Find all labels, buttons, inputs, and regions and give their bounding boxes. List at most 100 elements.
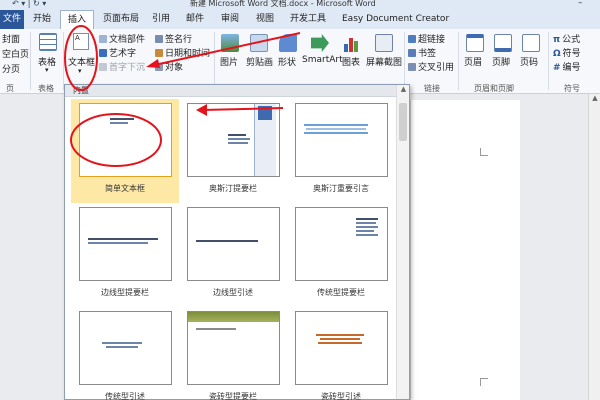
tab-file[interactable]: 文件: [0, 10, 24, 29]
symbol-button[interactable]: Ω 符号: [553, 46, 581, 59]
gallery-item-austin-sidebar[interactable]: 奥斯汀提要栏: [179, 99, 287, 203]
tab-home[interactable]: 开始: [33, 10, 51, 29]
group-label-pages: 页: [6, 84, 14, 93]
minimize-button[interactable]: –: [578, 0, 583, 8]
gallery-item-traditional-quote[interactable]: 传统型引述: [71, 307, 179, 400]
quick-access-toolbar[interactable]: ↶ ▾ | ↻ ▾: [12, 0, 46, 8]
chart-button[interactable]: 图表: [340, 31, 364, 81]
screenshot-label: 屏幕截图: [366, 58, 403, 68]
tab-page-layout[interactable]: 页面布局: [103, 10, 139, 29]
austin-quote-thumbnail: [295, 103, 388, 177]
blank-page-button[interactable]: 空白页: [2, 47, 29, 60]
drop-cap-icon: [99, 63, 107, 71]
gallery-item-border-quote[interactable]: 边线型引述: [179, 203, 287, 307]
omega-icon: Ω: [553, 49, 561, 59]
smartart-label: SmartArt: [302, 55, 343, 65]
gallery-item-label: 奥斯汀提要栏: [209, 184, 257, 193]
date-time-button[interactable]: 日期和时间: [155, 46, 210, 59]
page-number-label: 页码: [520, 58, 539, 68]
gallery-item-traditional-sidebar[interactable]: 传统型提要栏: [287, 203, 395, 307]
tab-easy-document-creator[interactable]: Easy Document Creator: [342, 10, 449, 29]
gallery-item-border-sidebar[interactable]: 边线型提要栏: [71, 203, 179, 307]
tile-quote-thumbnail: [295, 311, 388, 385]
group-divider: [63, 32, 64, 90]
clip-art-button[interactable]: 剪贴画: [244, 31, 274, 81]
drop-cap-button[interactable]: 首字下沉: [99, 60, 145, 73]
border-quote-thumbnail: [187, 207, 280, 281]
group-label-symbols: 符号: [564, 84, 580, 93]
pi-icon: π: [553, 35, 561, 45]
gallery-item-label: 简单文本框: [105, 184, 145, 193]
quick-parts-icon: [99, 35, 107, 43]
scroll-up-arrow-icon[interactable]: ▲: [589, 94, 600, 106]
gallery-item-label: 瓷砖型提要栏: [209, 392, 257, 400]
clip-art-icon: [250, 34, 268, 52]
group-divider: [214, 32, 215, 90]
smartart-button[interactable]: SmartArt: [302, 31, 343, 81]
document-page[interactable]: [410, 100, 520, 400]
cross-reference-button[interactable]: 交叉引用: [408, 60, 454, 73]
gallery-scrollbar[interactable]: ▲: [396, 85, 409, 399]
hyperlink-button[interactable]: 超链接: [408, 32, 445, 45]
header-label: 页眉: [464, 58, 483, 68]
tab-view[interactable]: 视图: [256, 10, 274, 29]
text-box-gallery: 内置 简单文本框 奥斯汀提要栏 奥斯汀重要引言 边线型提要栏 边线型引述 传统型…: [64, 84, 410, 400]
bookmark-icon: [408, 49, 416, 57]
table-button[interactable]: 表格 ▾: [34, 31, 62, 81]
object-button[interactable]: 对象: [155, 60, 183, 73]
picture-button[interactable]: 图片: [218, 31, 242, 81]
shapes-button[interactable]: 形状: [276, 31, 300, 81]
equation-button[interactable]: π 公式: [553, 32, 580, 45]
signature-line-button[interactable]: 签名行: [155, 32, 192, 45]
drop-cap-label: 首字下沉: [109, 63, 146, 73]
chart-icon: [344, 34, 362, 52]
table-dropdown-icon: ▾: [45, 66, 49, 74]
tab-mailings[interactable]: 邮件: [186, 10, 204, 29]
shapes-icon: [279, 34, 297, 52]
page-break-button[interactable]: 分页: [2, 62, 20, 75]
page-number-button[interactable]: 页码: [518, 31, 542, 81]
text-box-button[interactable]: A 文本框 ▾: [66, 31, 96, 81]
tab-review[interactable]: 审阅: [221, 10, 239, 29]
gallery-item-tile-quote[interactable]: 瓷砖型引述: [287, 307, 395, 400]
footer-button[interactable]: 页脚: [490, 31, 514, 81]
numbering-button[interactable]: # 编号: [553, 60, 581, 73]
header-button[interactable]: 页眉: [462, 31, 486, 81]
cross-reference-icon: [408, 63, 416, 71]
cover-page-button[interactable]: 封面: [2, 32, 20, 45]
border-sidebar-thumbnail: [79, 207, 172, 281]
wordart-button[interactable]: 艺术字: [99, 46, 136, 59]
scroll-up-arrow-icon[interactable]: ▲: [397, 85, 410, 97]
hyperlink-label: 超链接: [418, 35, 446, 45]
gallery-item-tile-sidebar[interactable]: 瓷砖型提要栏: [179, 307, 287, 400]
tab-insert[interactable]: 插入: [60, 10, 95, 29]
page-break-label: 分页: [2, 65, 21, 75]
gallery-item-simple-text-box[interactable]: 简单文本框: [71, 99, 179, 203]
bookmark-button[interactable]: 书签: [408, 46, 436, 59]
object-label: 对象: [165, 63, 184, 73]
quick-parts-button[interactable]: 文档部件: [99, 32, 145, 45]
shapes-label: 形状: [278, 58, 297, 68]
chart-label: 图表: [342, 58, 361, 68]
date-time-icon: [155, 49, 163, 57]
simple-text-box-thumbnail: [79, 103, 172, 177]
group-divider: [30, 32, 31, 90]
group-divider: [548, 32, 549, 90]
gallery-item-austin-quote[interactable]: 奥斯汀重要引言: [287, 99, 395, 203]
page-margin-marker: [480, 378, 488, 386]
gallery-item-label: 传统型引述: [105, 392, 145, 400]
picture-label: 图片: [220, 58, 239, 68]
screenshot-button[interactable]: 屏幕截图: [366, 31, 402, 81]
tab-references[interactable]: 引用: [152, 10, 170, 29]
vertical-scrollbar[interactable]: ▲: [588, 94, 600, 400]
hash-icon: #: [553, 63, 561, 73]
traditional-quote-thumbnail: [79, 311, 172, 385]
footer-icon: [494, 34, 512, 52]
screenshot-icon: [375, 34, 393, 52]
gallery-scroll-thumb[interactable]: [399, 103, 407, 141]
footer-label: 页脚: [492, 58, 511, 68]
page-number-icon: [522, 34, 540, 52]
text-box-icon: A: [73, 33, 89, 50]
tab-developer[interactable]: 开发工具: [290, 10, 326, 29]
equation-label: 公式: [562, 35, 581, 45]
